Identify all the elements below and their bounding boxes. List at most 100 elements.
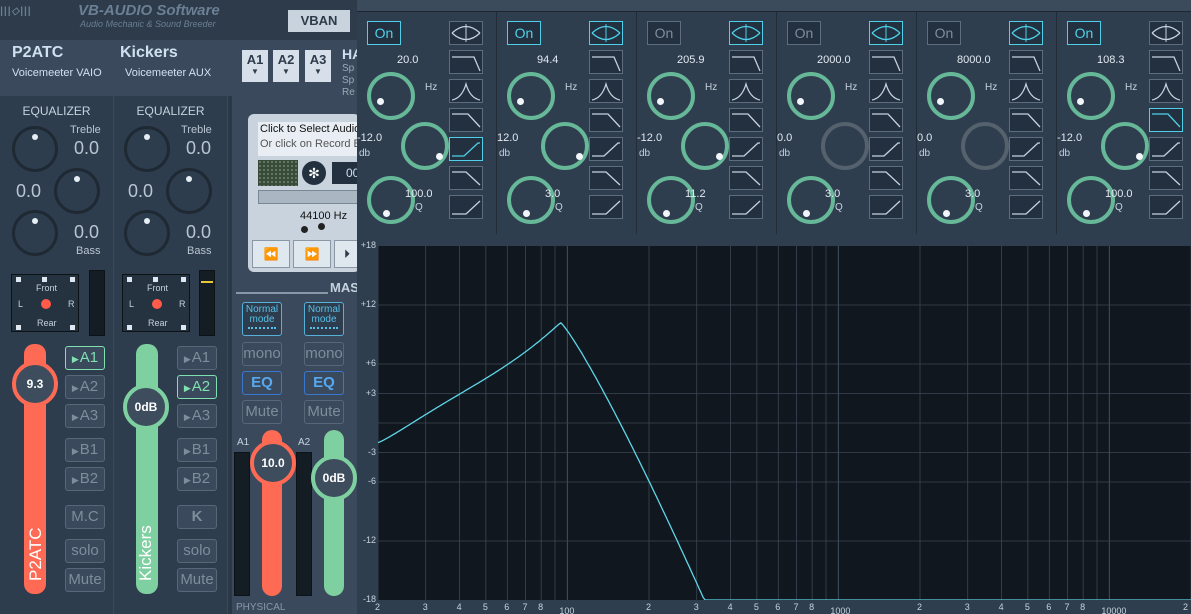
filter-type-button[interactable] [729,21,763,45]
rewind-button[interactable]: ⏪ [252,240,290,268]
band-frequency-knob[interactable] [647,72,695,120]
strip-header-kickers[interactable]: Kickers Voicemeeter AUX [120,44,211,94]
filter-type-button[interactable] [1009,79,1043,103]
filter-type-button[interactable] [1009,166,1043,190]
band-frequency-knob[interactable] [1067,72,1115,120]
filter-type-button[interactable] [869,195,903,219]
mute-button-a2[interactable]: Mute [304,400,344,424]
filter-type-button[interactable] [729,79,763,103]
mute-button[interactable]: Mute [177,568,217,592]
mc-button[interactable]: M.C [65,505,105,529]
filter-type-button[interactable] [729,108,763,132]
band-q-knob[interactable] [647,176,695,224]
band-frequency-knob[interactable] [927,72,975,120]
route-b2-button[interactable]: ▶B2 [177,467,217,491]
filter-type-button[interactable] [449,166,483,190]
filter-type-button[interactable] [449,50,483,74]
filter-type-button[interactable] [449,21,483,45]
filter-type-button[interactable] [869,79,903,103]
route-b1-button[interactable]: ▶B1 [65,438,105,462]
filter-type-button[interactable] [1149,166,1183,190]
band-frequency-knob[interactable] [507,72,555,120]
pan-pad[interactable]: Front L R Rear [122,274,190,332]
filter-type-button[interactable] [449,137,483,161]
eq-button-a1[interactable]: EQ [242,371,282,395]
normal-mode-button-a1[interactable]: Normal mode [242,302,282,336]
eq-title-bar[interactable] [357,0,1191,12]
filter-type-button[interactable] [1149,50,1183,74]
solo-button[interactable]: solo [65,539,105,563]
filter-type-button[interactable] [1149,21,1183,45]
filter-type-button[interactable] [1149,108,1183,132]
filter-type-button[interactable] [1009,137,1043,161]
bus-a1-fader-knob[interactable]: 10.0 [250,440,296,486]
band-gain-knob[interactable] [961,122,1009,170]
band-on-button[interactable]: On [647,21,681,45]
mono-button-a2[interactable]: mono [304,342,344,366]
band-gain-knob[interactable] [821,122,869,170]
filter-type-button[interactable] [589,79,623,103]
filter-type-button[interactable] [449,195,483,219]
band-on-button[interactable]: On [367,21,401,45]
band-q-knob[interactable] [507,176,555,224]
route-a3-button[interactable]: ▶A3 [65,404,105,428]
band-on-button[interactable]: On [507,21,541,45]
filter-type-button[interactable] [869,137,903,161]
pan-pad[interactable]: Front L R Rear [11,274,79,332]
filter-type-button[interactable] [1009,21,1043,45]
mono-button-a1[interactable]: mono [242,342,282,366]
recorder-progress-bar[interactable] [258,190,360,204]
pan-position-dot[interactable] [152,299,162,309]
mid-knob[interactable] [54,168,100,214]
bass-knob[interactable] [124,210,170,256]
band-frequency-knob[interactable] [367,72,415,120]
normal-mode-button-a2[interactable]: Normal mode [304,302,344,336]
bus-a2-device-button[interactable]: A2 ▼ [273,50,299,82]
gain-fader-knob[interactable]: 0dB [123,384,169,430]
band-q-knob[interactable] [1067,176,1115,224]
recorder-file-display[interactable]: Click to Select Audio Or click on Record… [258,122,360,156]
band-gain-knob[interactable] [401,122,449,170]
band-gain-knob[interactable] [681,122,729,170]
filter-type-button[interactable] [869,166,903,190]
filter-type-button[interactable] [449,108,483,132]
route-a3-button[interactable]: ▶A3 [177,404,217,428]
route-a1-button[interactable]: ▶A1 [65,346,105,370]
filter-type-button[interactable] [729,195,763,219]
filter-type-button[interactable] [589,166,623,190]
route-a2-button[interactable]: ▶A2 [65,375,105,399]
filter-type-button[interactable] [1009,50,1043,74]
filter-type-button[interactable] [869,21,903,45]
filter-type-button[interactable] [1009,195,1043,219]
filter-type-button[interactable] [729,137,763,161]
band-on-button[interactable]: On [787,21,821,45]
filter-type-button[interactable] [589,137,623,161]
mid-knob[interactable] [166,168,212,214]
k-button[interactable]: K [177,505,217,529]
filter-type-button[interactable] [1009,108,1043,132]
bus-a1-device-button[interactable]: A1 ▼ [242,50,268,82]
filter-type-button[interactable] [449,79,483,103]
route-a2-button[interactable]: ▶A2 [177,375,217,399]
strip-header-p2atc[interactable]: P2ATC Voicemeeter VAIO [12,44,102,94]
eq-button-a2[interactable]: EQ [304,371,344,395]
bass-knob[interactable] [12,210,58,256]
band-frequency-knob[interactable] [787,72,835,120]
filter-type-button[interactable] [589,108,623,132]
eq-response-graph[interactable] [378,246,1191,600]
filter-type-button[interactable] [1149,195,1183,219]
mute-button[interactable]: Mute [65,568,105,592]
filter-type-button[interactable] [1149,79,1183,103]
filter-type-button[interactable] [869,108,903,132]
filter-type-button[interactable] [589,21,623,45]
pan-position-dot[interactable] [41,299,51,309]
band-q-knob[interactable] [927,176,975,224]
band-on-button[interactable]: On [927,21,961,45]
filter-type-button[interactable] [869,50,903,74]
filter-type-button[interactable] [729,50,763,74]
band-on-button[interactable]: On [1067,21,1101,45]
filter-type-button[interactable] [589,50,623,74]
band-gain-knob[interactable] [541,122,589,170]
band-q-knob[interactable] [367,176,415,224]
vban-button[interactable]: VBAN [288,10,350,32]
